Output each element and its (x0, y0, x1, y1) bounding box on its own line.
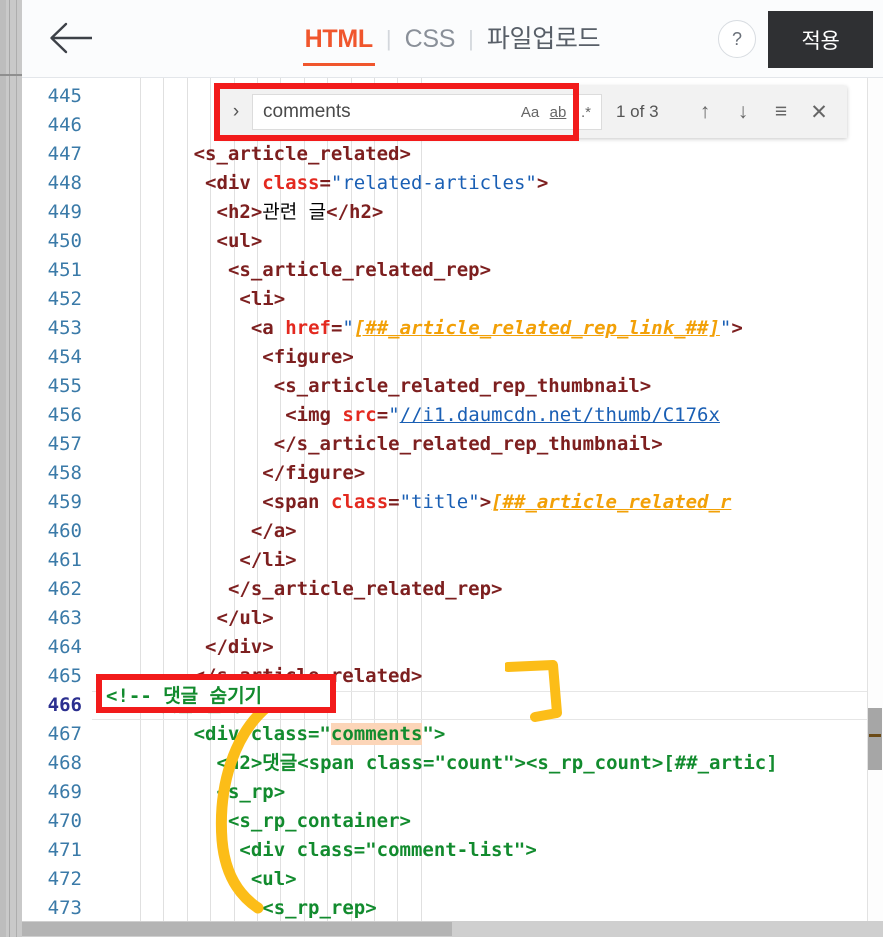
edge-strip-3 (16, 0, 17, 937)
tab-css[interactable]: CSS (392, 22, 469, 56)
find-widget[interactable]: › comments Aa ab .* 1 of 3 ↑ ↓ ≡ ✕ (220, 86, 847, 138)
find-input-value: comments (263, 101, 351, 122)
vertical-scrollbar[interactable] (867, 78, 883, 937)
code-line[interactable]: <s_rp_rep> (262, 894, 376, 923)
code-line[interactable]: <ul> (251, 865, 297, 894)
line-number: 464 (47, 636, 82, 658)
line-number: 468 (47, 752, 82, 774)
line-number: 473 (47, 897, 82, 919)
regex-icon[interactable]: .* (573, 98, 599, 126)
code-line[interactable]: <div class="comments"> (194, 720, 445, 749)
line-number: 459 (47, 491, 82, 513)
line-number: 453 (47, 317, 82, 339)
code-line[interactable]: <!-- 댓글 숨기기 (102, 691, 258, 720)
apply-button[interactable]: 적용 (768, 11, 873, 68)
code-line[interactable]: </ul> (217, 604, 274, 633)
whole-word-icon[interactable]: ab (545, 98, 571, 126)
indent-guide (186, 78, 188, 937)
line-number: 470 (47, 810, 82, 832)
line-number: 450 (47, 230, 82, 252)
edge-strip-2 (9, 0, 10, 937)
horizontal-scrollbar[interactable] (22, 921, 883, 937)
code-line[interactable]: </s_article_related_rep> (228, 575, 503, 604)
match-case-icon[interactable]: Aa (517, 98, 543, 126)
line-number: 456 (47, 404, 82, 426)
line-number: 467 (47, 723, 82, 745)
find-next-icon[interactable]: ↓ (731, 97, 755, 127)
line-number: 457 (47, 433, 82, 455)
indent-guide (140, 78, 141, 937)
edge-notch (0, 74, 22, 76)
line-number: 449 (47, 201, 82, 223)
line-number: 452 (47, 288, 82, 310)
line-number: 455 (47, 375, 82, 397)
code-line[interactable]: <ul> (217, 227, 263, 256)
code-line[interactable]: <s_article_related_rep> (228, 256, 491, 285)
find-actions: ↑ ↓ ≡ ✕ (693, 97, 847, 127)
chevron-right-icon[interactable]: › (220, 86, 252, 138)
code-line[interactable]: </s_article_related_rep_thumbnail> (274, 430, 663, 459)
indent-guide (210, 78, 212, 937)
line-number: 463 (47, 607, 82, 629)
find-in-selection-icon[interactable]: ≡ (769, 97, 793, 127)
find-input[interactable]: comments Aa ab .* (252, 94, 602, 130)
line-number: 471 (47, 839, 82, 861)
back-arrow-icon[interactable] (44, 12, 100, 64)
indent-guide (163, 78, 165, 937)
code-editor: 445 446 447 448 449 450 451 452 453 454 455 456 457 4… (22, 78, 883, 937)
code-line[interactable]: <s_article_related> (194, 140, 411, 169)
find-match-count: 1 of 3 (616, 102, 659, 121)
help-icon[interactable]: ? (718, 20, 756, 58)
code-line[interactable]: </s_article_related> (194, 662, 423, 691)
line-number-gutter: 445 446 447 448 449 450 451 452 453 454 455 456 457 4… (22, 78, 92, 937)
code-line[interactable]: <div class="related-articles"> (205, 169, 548, 198)
window-left-edge (0, 0, 22, 937)
line-number: 460 (47, 520, 82, 542)
line-number: 472 (47, 868, 82, 890)
code-line[interactable]: </figure> (262, 459, 365, 488)
code-line[interactable]: <h2>댓글<span class="count"><s_rp_count>[#… (217, 749, 778, 778)
scrollbar-match-marker (869, 734, 881, 737)
code-line[interactable]: </li> (239, 546, 296, 575)
editor-header: HTML | CSS | 파일업로드 ? 적용 (22, 0, 883, 78)
code-line[interactable]: <img src="//i1.daumcdn.net/thumb/C176x (285, 401, 720, 430)
line-number: 446 (47, 114, 82, 136)
code-line[interactable]: <s_rp> (217, 778, 286, 807)
line-number: 458 (47, 462, 82, 484)
tab-html[interactable]: HTML (292, 22, 386, 66)
line-number: 465 (47, 665, 82, 687)
horizontal-scrollbar-thumb[interactable] (22, 922, 452, 936)
code-line[interactable]: <div class="comment-list"> (239, 836, 536, 865)
code-line[interactable]: <li> (239, 285, 285, 314)
code-content-area[interactable]: <s_article_related> <div class="related-a… (92, 78, 883, 937)
find-close-icon[interactable]: ✕ (807, 97, 831, 127)
line-number: 466 (47, 694, 82, 716)
html-editor-window: HTML | CSS | 파일업로드 ? 적용 445 446 447 448 449 4… (0, 0, 883, 937)
code-line[interactable]: <h2>관련 글</h2> (217, 198, 384, 227)
code-line[interactable]: <s_rp_container> (228, 807, 411, 836)
code-line[interactable]: </a> (251, 517, 297, 546)
line-number: 469 (47, 781, 82, 803)
line-number: 461 (47, 549, 82, 571)
line-number: 445 (47, 85, 82, 107)
tab-file-upload[interactable]: 파일업로드 (474, 22, 614, 56)
code-line[interactable]: <figure> (262, 343, 354, 372)
vertical-scrollbar-thumb[interactable] (868, 708, 882, 770)
edge-strip-1 (0, 0, 6, 937)
line-number: 451 (47, 259, 82, 281)
line-number: 447 (47, 143, 82, 165)
line-number: 462 (47, 578, 82, 600)
code-line[interactable]: <s_article_related_rep_thumbnail> (274, 372, 652, 401)
find-previous-icon[interactable]: ↑ (693, 97, 717, 127)
code-line[interactable]: </div> (205, 633, 274, 662)
code-line[interactable]: <span class="title">[##_article_related_… (262, 488, 731, 517)
code-line[interactable]: <a href="[##_article_related_rep_link_##… (251, 314, 743, 343)
line-number: 454 (47, 346, 82, 368)
line-number: 448 (47, 172, 82, 194)
